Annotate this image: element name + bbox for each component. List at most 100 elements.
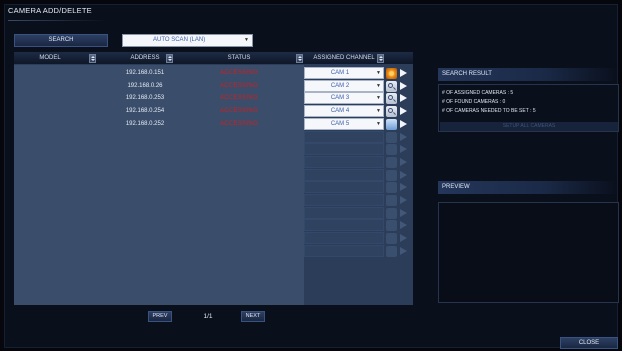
assigned-channel-select-empty [304, 244, 384, 257]
prev-page-button[interactable]: PREV [148, 311, 172, 322]
sort-address-icon[interactable] [166, 54, 173, 63]
column-header-channel: ASSIGNED CHANNEL [313, 55, 375, 61]
preview-header: PREVIEW [438, 181, 618, 194]
camera-status: ACCESSING [219, 82, 259, 89]
camera-disabled-icon [386, 131, 397, 143]
play-disabled-icon [400, 196, 407, 204]
camera-status: ACCESSING [219, 95, 259, 102]
table-row[interactable] [14, 206, 413, 220]
table-row[interactable] [14, 168, 413, 182]
chevron-down-icon: ▼ [376, 70, 381, 76]
sort-channel-icon[interactable] [296, 54, 303, 63]
column-header-address: ADDRESS [130, 55, 160, 61]
camera-status: ACCESSING [219, 120, 259, 127]
title-underline [8, 20, 108, 21]
play-disabled-icon [400, 157, 407, 166]
magnifier-icon[interactable] [386, 106, 397, 118]
camera-status: ACCESSING [219, 108, 259, 115]
table-row[interactable] [14, 143, 413, 156]
camera-disabled-icon [386, 220, 397, 232]
column-header-model: MODEL [39, 55, 61, 61]
chevron-down-icon: ▼ [376, 95, 381, 102]
table-row[interactable] [14, 194, 413, 207]
assigned-channel-select-empty [304, 130, 384, 143]
play-disabled-icon [400, 132, 407, 141]
table-row[interactable] [14, 130, 413, 144]
found-cameras-count: # OF FOUND CAMERAS : 0 [442, 99, 506, 105]
assigned-channel-select-empty [304, 181, 384, 194]
chevron-down-icon: ▼ [376, 108, 381, 115]
assigned-channel-value: CAM 4 [330, 108, 350, 115]
assigned-channel-select-empty [304, 168, 384, 181]
assigned-channel-value: CAM 5 [330, 120, 350, 127]
play-disabled-icon [400, 145, 407, 154]
page-indicator: 1/1 [203, 313, 213, 320]
column-header-status: STATUS [227, 55, 251, 61]
camera-disabled-icon [386, 233, 397, 245]
scan-mode-select[interactable]: AUTO SCAN (LAN) ▼ [122, 34, 253, 47]
chevron-down-icon: ▼ [376, 120, 381, 127]
play-icon[interactable] [400, 94, 407, 103]
camera-disabled-icon [386, 207, 397, 219]
assigned-channel-select-empty [304, 219, 384, 232]
assigned-channel-value: CAM 1 [330, 70, 350, 76]
magnifier-icon[interactable] [386, 93, 397, 105]
cameras-to-set-count: # OF CAMERAS NEEDED TO BE SET : 5 [442, 108, 536, 114]
assigned-channel-select-empty [304, 155, 384, 168]
camera-orange-icon[interactable] [386, 68, 397, 79]
assigned-channel-select[interactable]: CAM 4 ▼ [304, 105, 384, 118]
dialog-title: CAMERA ADD/DELETE [8, 6, 92, 15]
camera-disabled-icon [386, 156, 397, 168]
camera-address: 192.168.0.254 [125, 108, 165, 115]
play-icon[interactable] [400, 69, 407, 77]
search-button[interactable]: SEARCH [14, 34, 108, 47]
assigned-channel-value: CAM 3 [330, 95, 350, 102]
camera-address: 192.168.0.252 [125, 120, 165, 127]
table-row[interactable]: 192.168.0.26 ACCESSING CAM 2 ▼ [14, 79, 413, 93]
table-row[interactable] [14, 219, 413, 232]
setup-all-cameras-button[interactable]: SETUP ALL CAMERAS [440, 122, 618, 131]
camera-disabled-icon [386, 144, 397, 156]
sort-model-icon[interactable] [89, 54, 96, 63]
chevron-down-icon: ▼ [244, 37, 249, 43]
play-icon[interactable] [400, 119, 407, 128]
table-row[interactable]: 192.168.0.253 ACCESSING CAM 3 ▼ [14, 92, 413, 105]
assigned-channel-select[interactable]: CAM 1 ▼ [304, 67, 384, 79]
table-row[interactable] [14, 232, 413, 245]
assigned-channel-select-empty [304, 206, 384, 219]
camera-disabled-icon [386, 245, 397, 257]
play-disabled-icon [400, 170, 407, 179]
assigned-channel-select-empty [304, 232, 384, 245]
table-row[interactable]: 192.168.0.151 ACCESSING CAM 1 ▼ [14, 67, 413, 80]
assigned-cameras-count: # OF ASSIGNED CAMERAS : 5 [442, 90, 514, 96]
camera-status: ACCESSING [219, 70, 259, 76]
assigned-channel-select-empty [304, 143, 384, 156]
chevron-down-icon: ▼ [376, 82, 381, 89]
camera-blue-icon[interactable] [386, 118, 397, 130]
sort-channel-right-icon[interactable] [377, 54, 384, 63]
assigned-channel-select[interactable]: CAM 2 ▼ [304, 79, 384, 92]
assigned-channel-select-empty [304, 194, 384, 206]
next-page-button[interactable]: NEXT [241, 311, 265, 322]
table-row[interactable] [14, 181, 413, 194]
search-result-header: SEARCH RESULT [438, 68, 618, 81]
assigned-channel-select[interactable]: CAM 3 ▼ [304, 92, 384, 105]
assigned-channel-select[interactable]: CAM 5 ▼ [304, 117, 384, 130]
play-disabled-icon [400, 221, 407, 230]
camera-address: 192.168.0.253 [125, 95, 165, 102]
table-row[interactable] [14, 244, 413, 258]
camera-disabled-icon [386, 182, 397, 194]
camera-disabled-icon [386, 195, 397, 206]
magnifier-icon[interactable] [386, 80, 397, 92]
table-row[interactable]: 192.168.0.252 ACCESSING CAM 5 ▼ [14, 117, 413, 131]
play-disabled-icon [400, 183, 407, 192]
play-disabled-icon [400, 246, 407, 255]
close-button[interactable]: CLOSE [560, 337, 618, 349]
table-row[interactable]: 192.168.0.254 ACCESSING CAM 4 ▼ [14, 105, 413, 118]
play-icon[interactable] [400, 81, 407, 90]
table-row[interactable] [14, 155, 413, 169]
play-icon[interactable] [400, 107, 407, 116]
preview-pane [438, 202, 619, 303]
scan-mode-value: AUTO SCAN (LAN) [153, 37, 206, 43]
play-disabled-icon [400, 208, 407, 217]
